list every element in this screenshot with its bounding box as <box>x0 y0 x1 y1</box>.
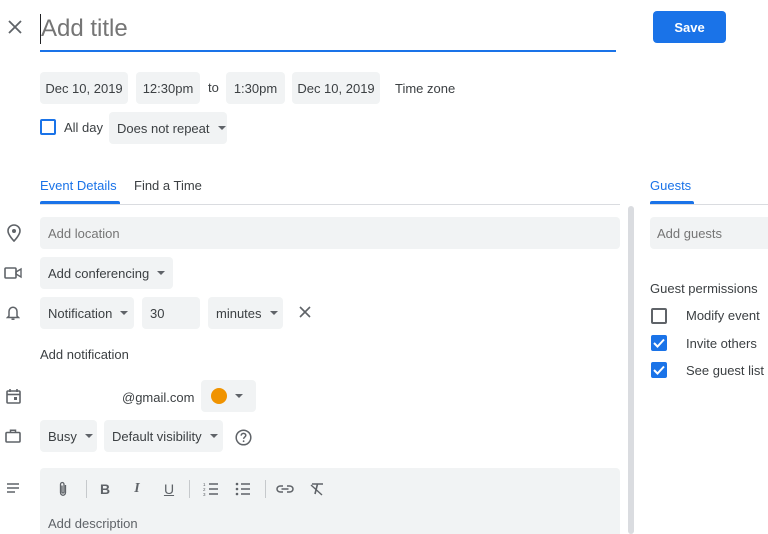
start-time-text: 12:30pm <box>142 80 194 96</box>
all-day-label: All day <box>64 120 104 135</box>
description-icon <box>3 478 23 498</box>
details-scrollbar[interactable] <box>628 206 634 534</box>
chevron-down-icon <box>157 271 166 275</box>
link-icon[interactable] <box>274 478 296 500</box>
notification-type-dropdown[interactable]: Notification <box>40 297 134 329</box>
visibility-text: Default visibility <box>112 428 202 444</box>
visibility-dropdown[interactable]: Default visibility <box>104 420 223 452</box>
availability-dropdown[interactable]: Busy <box>40 420 97 452</box>
save-button[interactable]: Save <box>653 11 726 43</box>
checkmark-icon <box>653 338 665 348</box>
conferencing-text: Add conferencing <box>48 265 150 281</box>
end-date-text: Dec 10, 2019 <box>297 80 375 96</box>
end-time-chip[interactable]: 1:30pm <box>226 72 285 104</box>
underline-icon[interactable]: U <box>158 478 180 500</box>
calendar-color-dropdown[interactable] <box>201 380 256 412</box>
calendar-email: @gmail.com <box>122 390 195 405</box>
tab-event-details[interactable]: Event Details <box>40 178 117 193</box>
notification-value-input[interactable]: 30 <box>142 297 200 329</box>
all-day-checkbox[interactable] <box>40 119 56 135</box>
guests-divider <box>650 204 768 205</box>
location-pin-icon <box>4 223 24 243</box>
tab-guests[interactable]: Guests <box>650 178 691 193</box>
description-placeholder: Add description <box>48 516 138 531</box>
notification-value-text: 30 <box>150 305 165 321</box>
chevron-down-icon <box>235 394 243 398</box>
attachment-icon[interactable] <box>52 478 74 500</box>
chevron-down-icon <box>269 311 278 315</box>
start-time-chip[interactable]: 12:30pm <box>136 72 200 104</box>
remove-notification-icon[interactable] <box>295 302 315 322</box>
to-label: to <box>208 80 219 95</box>
guest-permissions-heading: Guest permissions <box>650 281 758 296</box>
end-time-text: 1:30pm <box>233 80 278 96</box>
add-guests-input[interactable] <box>650 217 768 249</box>
chevron-down-icon <box>84 434 93 438</box>
toolbar-separator <box>86 480 87 498</box>
briefcase-icon <box>3 426 23 446</box>
see-guest-list-checkbox[interactable] <box>651 362 667 378</box>
clear-formatting-icon[interactable] <box>306 478 328 500</box>
toolbar-separator <box>265 480 266 498</box>
tab-find-a-time[interactable]: Find a Time <box>134 178 202 193</box>
chevron-down-icon <box>217 126 226 130</box>
svg-text:3: 3 <box>203 492 206 496</box>
add-notification-link[interactable]: Add notification <box>40 347 129 362</box>
toolbar-separator <box>189 480 190 498</box>
description-editor[interactable]: B I U 123 Add description <box>40 468 620 534</box>
text-cursor <box>40 14 41 44</box>
repeat-text: Does not repeat <box>117 120 210 136</box>
tabs-divider <box>40 204 620 205</box>
checkmark-icon <box>653 365 665 375</box>
timezone-link[interactable]: Time zone <box>395 81 455 96</box>
start-date-text: Dec 10, 2019 <box>45 80 123 96</box>
close-icon[interactable] <box>4 16 26 38</box>
notification-type-text: Notification <box>48 305 113 321</box>
modify-event-checkbox[interactable] <box>651 308 667 324</box>
conferencing-dropdown[interactable]: Add conferencing <box>40 257 173 289</box>
chevron-down-icon <box>209 434 218 438</box>
calendar-icon <box>3 386 23 406</box>
repeat-dropdown[interactable]: Does not repeat <box>109 112 227 144</box>
calendar-color-swatch <box>211 388 227 404</box>
numbered-list-icon[interactable]: 123 <box>200 478 222 500</box>
bell-icon <box>3 303 23 323</box>
modify-event-label: Modify event <box>686 308 760 323</box>
start-date-chip[interactable]: Dec 10, 2019 <box>40 72 128 104</box>
availability-text: Busy <box>48 428 77 444</box>
notification-unit-dropdown[interactable]: minutes <box>208 297 283 329</box>
bold-icon[interactable]: B <box>94 478 116 500</box>
video-camera-icon <box>3 263 23 283</box>
invite-others-checkbox[interactable] <box>651 335 667 351</box>
help-icon[interactable] <box>233 427 253 447</box>
location-input[interactable] <box>40 217 620 249</box>
italic-icon[interactable]: I <box>126 478 148 500</box>
invite-others-label: Invite others <box>686 336 757 351</box>
chevron-down-icon <box>120 311 129 315</box>
end-date-chip[interactable]: Dec 10, 2019 <box>292 72 380 104</box>
bulleted-list-icon[interactable] <box>232 478 254 500</box>
title-input[interactable] <box>40 8 616 52</box>
see-guest-list-label: See guest list <box>686 363 765 378</box>
notification-unit-text: minutes <box>216 305 262 321</box>
